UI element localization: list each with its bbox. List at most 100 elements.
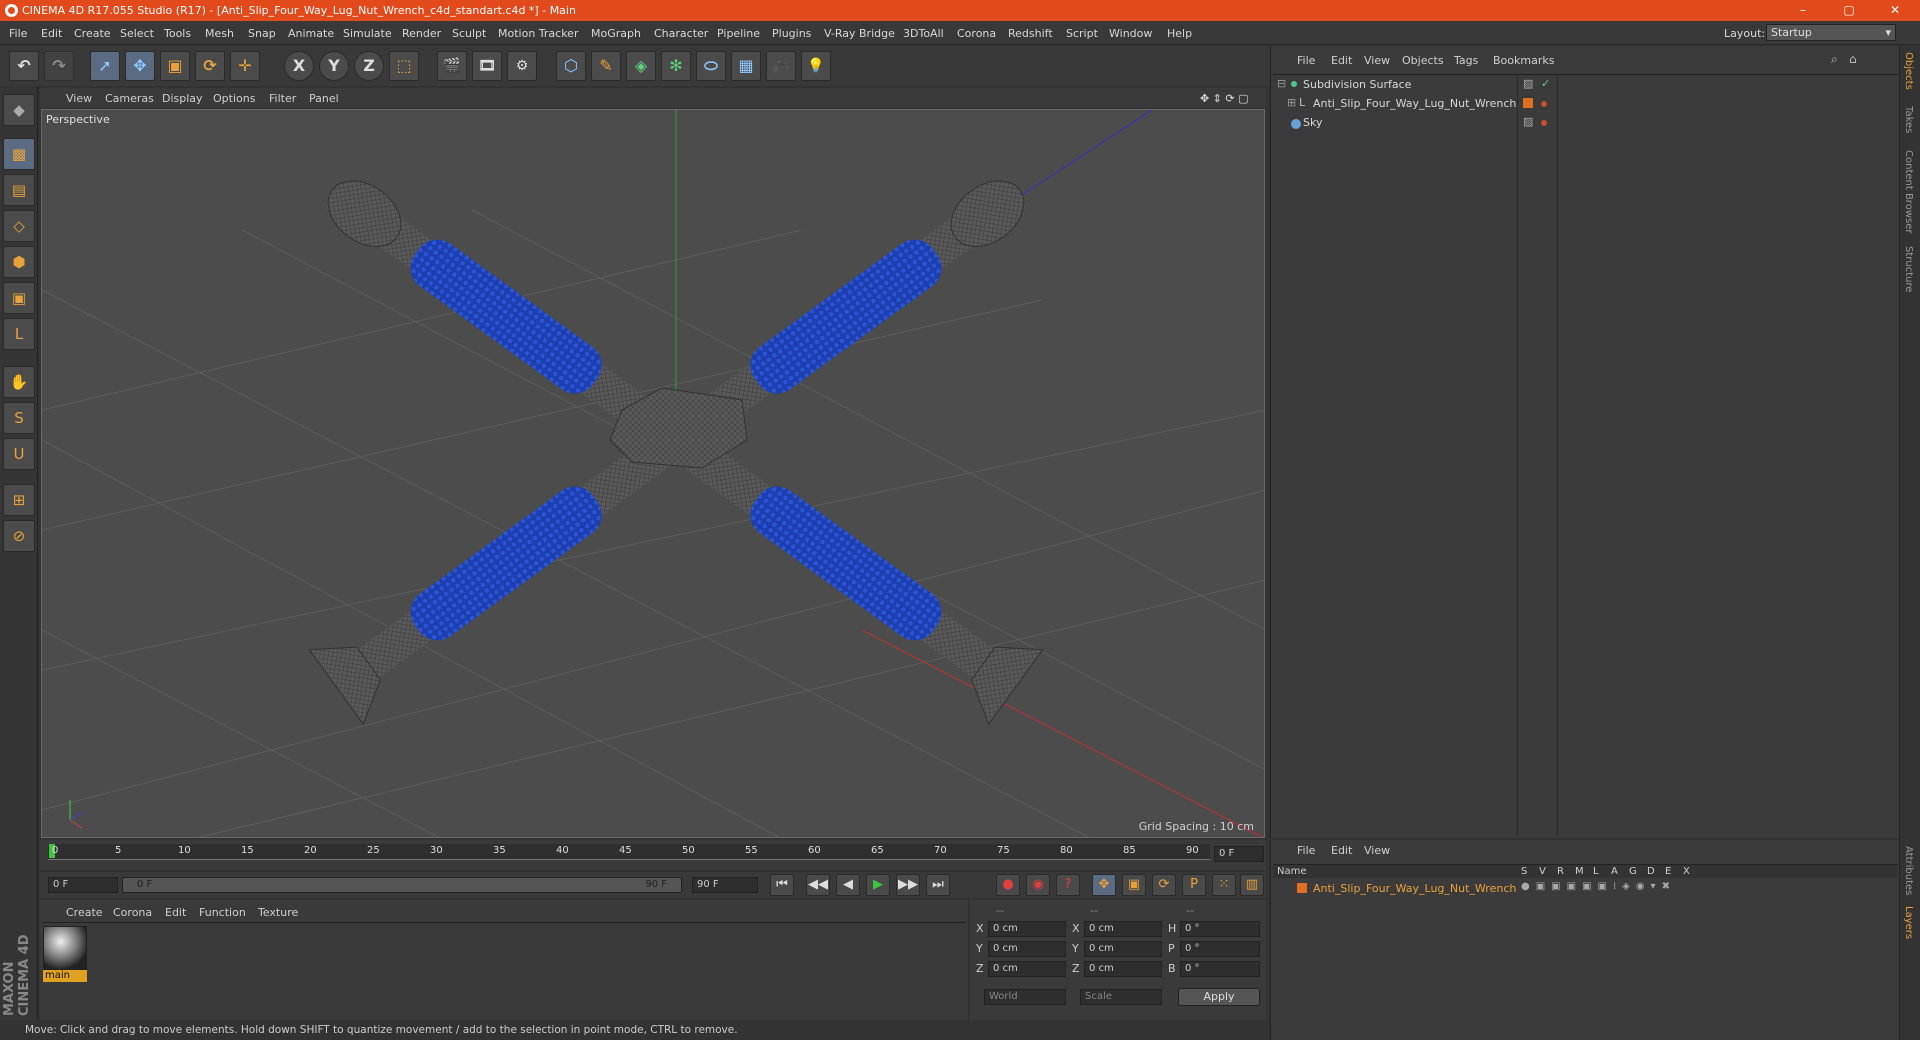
tab-layers[interactable]: Layers — [1903, 906, 1914, 939]
go-to-end-button[interactable]: ⏭ — [926, 874, 950, 896]
close-button[interactable]: ✕ — [1872, 0, 1918, 21]
layer-menu-view[interactable]: View — [1364, 844, 1390, 857]
menu-help[interactable]: Help — [1167, 27, 1192, 40]
edges-mode-button[interactable]: ▣ — [3, 282, 35, 314]
deformer-button[interactable]: ⬭ — [696, 51, 726, 81]
mat-menu-create[interactable]: Create — [66, 906, 103, 919]
render-view-button[interactable]: 🎬 — [437, 51, 467, 81]
minimize-button[interactable]: – — [1780, 0, 1826, 21]
render-settings-button[interactable]: ⚙ — [507, 51, 537, 81]
tab-objects[interactable]: Objects — [1903, 52, 1914, 90]
autokey-icon[interactable]: ◉ — [1026, 874, 1050, 896]
obj-menu-file[interactable]: File — [1297, 54, 1315, 67]
workplane-lock-button[interactable]: ⊞ — [3, 484, 35, 516]
object-row-wrench[interactable]: ⊞ L Anti_Slip_Four_Way_Lug_Nut_Wrench — [1273, 94, 1898, 112]
layer-row[interactable]: Anti_Slip_Four_Way_Lug_Nut_Wrench ●▣▣▣▣▣… — [1273, 880, 1898, 896]
snap-button[interactable]: U — [3, 438, 35, 470]
vp-menu-filter[interactable]: Filter — [269, 92, 296, 105]
coordinate-system-button[interactable]: ⬚ — [389, 51, 419, 81]
menu-redshift[interactable]: Redshift — [1008, 27, 1053, 40]
menu-simulate[interactable]: Simulate — [343, 27, 392, 40]
floor-button[interactable]: ▦ — [731, 51, 761, 81]
rot-h-field[interactable]: 0 ° — [1180, 921, 1260, 937]
vp-menu-display[interactable]: Display — [162, 92, 203, 105]
vp-menu-cameras[interactable]: Cameras — [105, 92, 154, 105]
material-name[interactable]: main — [43, 970, 87, 982]
material-swatch[interactable] — [43, 926, 87, 970]
record-icon[interactable]: ● — [996, 874, 1020, 896]
mat-menu-edit[interactable]: Edit — [165, 906, 186, 919]
mat-menu-texture[interactable]: Texture — [258, 906, 298, 919]
menu-sculpt[interactable]: Sculpt — [452, 27, 486, 40]
timeline-view-icon[interactable]: ▥ — [1240, 874, 1264, 896]
array-button[interactable]: ✻ — [661, 51, 691, 81]
mat-menu-corona[interactable]: Corona — [113, 906, 152, 919]
frame-range-slider[interactable]: 0 F 90 F — [122, 877, 682, 893]
key-move-icon[interactable]: ✥ — [1092, 874, 1116, 896]
visibility-dot-icon[interactable] — [1541, 101, 1547, 107]
menu-file[interactable]: File — [9, 27, 27, 40]
layer-menu-file[interactable]: File — [1297, 844, 1315, 857]
tweak-mode-button[interactable]: S — [3, 402, 35, 434]
axis-x-button[interactable]: X — [284, 51, 314, 81]
menu-plugins[interactable]: Plugins — [772, 27, 811, 40]
edit-toggle-icon[interactable]: ▨ — [1523, 115, 1533, 128]
pos-x-field[interactable]: 0 cm — [988, 921, 1066, 937]
mat-menu-function[interactable]: Function — [199, 906, 246, 919]
move-tool-button[interactable]: ✥ — [125, 51, 155, 81]
visibility-dot-icon[interactable] — [1541, 120, 1547, 126]
polygons-mode-button[interactable]: L — [3, 318, 35, 350]
menu-tools[interactable]: Tools — [164, 27, 191, 40]
menu-snap[interactable]: Snap — [248, 27, 276, 40]
menu-render[interactable]: Render — [402, 27, 441, 40]
edit-toggle-icon[interactable]: ▨ — [1523, 77, 1533, 90]
size-z-field[interactable]: 0 cm — [1084, 961, 1162, 977]
search-icon[interactable]: ⌕ — [1831, 52, 1838, 67]
collapse-icon[interactable]: ⊟ — [1277, 77, 1286, 90]
tab-takes[interactable]: Takes — [1903, 106, 1914, 133]
light-button[interactable]: 💡 — [801, 51, 831, 81]
play-button[interactable]: ▶ — [866, 874, 890, 896]
render-button[interactable]: 🎞 — [472, 51, 502, 81]
axis-z-button[interactable]: Z — [354, 51, 384, 81]
model-mode-button[interactable]: ▩ — [3, 138, 35, 170]
layer-color-swatch[interactable] — [1523, 98, 1533, 108]
cube-button[interactable]: ⬡ — [556, 51, 586, 81]
enabled-check-icon[interactable]: ✓ — [1541, 77, 1550, 90]
world-select[interactable]: World — [984, 989, 1066, 1005]
size-x-field[interactable]: 0 cm — [1084, 921, 1162, 937]
object-row-subdivision[interactable]: ⊟ Subdivision Surface ▨ ✓ — [1273, 75, 1898, 93]
expand-icon[interactable]: ⊞ — [1287, 96, 1296, 109]
scale-tool-button[interactable]: ▣ — [160, 51, 190, 81]
redo-button[interactable]: ↷ — [44, 51, 74, 81]
key-param-icon[interactable]: P — [1182, 874, 1206, 896]
layer-flags[interactable]: ●▣▣▣▣▣⁞◈◉▾✖ — [1521, 881, 1676, 892]
rot-b-field[interactable]: 0 ° — [1180, 961, 1260, 977]
next-frame-button[interactable]: ▶▶ — [896, 874, 920, 896]
home-icon[interactable]: ⌂ — [1849, 52, 1857, 66]
apply-button[interactable]: Apply — [1178, 988, 1260, 1006]
menu-mograph[interactable]: MoGraph — [591, 27, 641, 40]
menu-select[interactable]: Select — [120, 27, 154, 40]
vp-menu-options[interactable]: Options — [213, 92, 255, 105]
workplane-button[interactable]: ◇ — [3, 210, 35, 242]
obj-menu-tags[interactable]: Tags — [1454, 54, 1478, 67]
end-frame-field[interactable]: 90 F — [692, 877, 758, 893]
menu-pipeline[interactable]: Pipeline — [717, 27, 760, 40]
menu-3dtoall[interactable]: 3DToAll — [903, 27, 944, 40]
maximize-button[interactable]: ▢ — [1826, 0, 1872, 21]
menu-window[interactable]: Window — [1109, 27, 1152, 40]
timeline[interactable]: 0 5 10 15 20 25 30 35 40 45 50 55 60 65 70 75 80 85 90 0 F — [40, 840, 1266, 870]
obj-menu-view[interactable]: View — [1364, 54, 1390, 67]
menu-motion-tracker[interactable]: Motion Tracker — [498, 27, 578, 40]
tab-content-browser[interactable]: Content Browser — [1903, 150, 1914, 233]
viewport-nav-icons[interactable]: ✥ ⇕ ⟳ ▢ — [1200, 92, 1249, 105]
pen-button[interactable]: ✎ — [591, 51, 621, 81]
pos-z-field[interactable]: 0 cm — [988, 961, 1066, 977]
undo-button[interactable]: ↶ — [9, 51, 39, 81]
key-rotate-icon[interactable]: ⟳ — [1152, 874, 1176, 896]
layout-select[interactable]: Startup ▾ — [1766, 24, 1896, 41]
axis-y-button[interactable]: Y — [319, 51, 349, 81]
previous-frame-button[interactable]: ◀ — [836, 874, 860, 896]
vp-menu-view[interactable]: View — [66, 92, 92, 105]
